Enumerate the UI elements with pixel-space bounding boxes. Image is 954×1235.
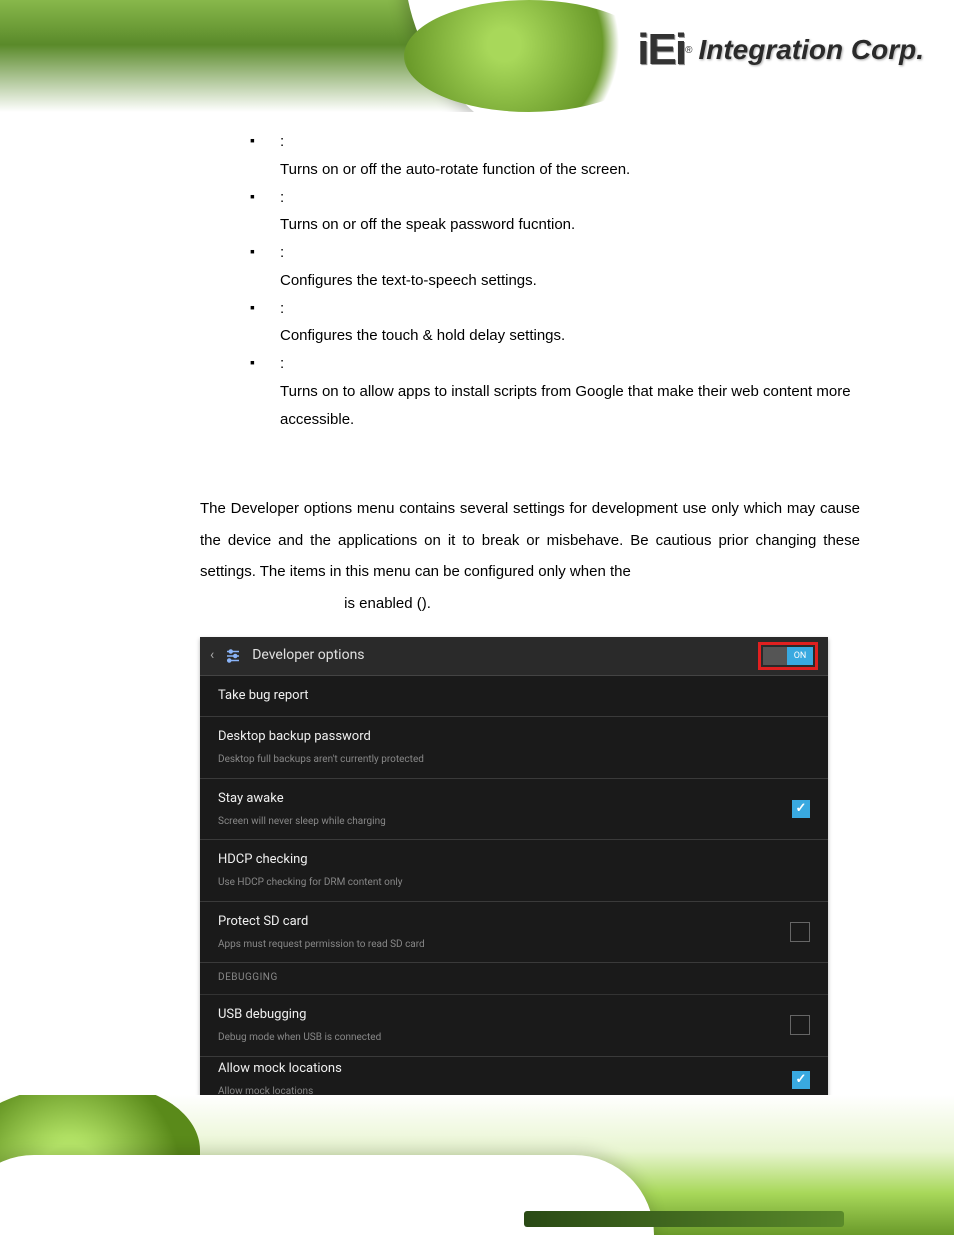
row-title: Take bug report — [218, 684, 309, 708]
bullet-desc: Configures the text-to-speech settings. — [280, 267, 860, 295]
section-label-debugging: DEBUGGING — [200, 963, 828, 995]
bullet-desc: Turns on to allow apps to install script… — [280, 378, 860, 434]
row-subtitle: Desktop full backups aren't currently pr… — [218, 751, 424, 770]
toggle-on-label: ON — [787, 647, 813, 665]
brand-logo: iEi® Integration Corp. — [637, 25, 924, 75]
accessibility-bullet-list: Turns on or off the auto-rotate function… — [200, 128, 860, 433]
bullet-desc: Configures the touch & hold delay settin… — [280, 322, 860, 350]
intro-text-a: The Developer options menu contains seve… — [200, 500, 860, 580]
row-title: USB debugging — [218, 1003, 381, 1027]
screenshot-title: Developer options — [252, 643, 364, 669]
dev-options-toggle-highlight: ON — [758, 642, 818, 670]
row-take-bug-report[interactable]: Take bug report — [200, 676, 828, 717]
bullet-title — [280, 189, 284, 206]
bullet-desc: Turns on or off the speak password fucnt… — [280, 211, 860, 239]
list-item: Configures the touch & hold delay settin… — [200, 295, 860, 351]
top-banner: iEi® Integration Corp. — [0, 0, 954, 112]
screenshot-header: ‹ Developer options ON — [200, 637, 828, 676]
list-item: Turns on or off the auto-rotate function… — [200, 128, 860, 184]
bullet-title — [280, 355, 284, 372]
row-stay-awake[interactable]: Stay awake Screen will never sleep while… — [200, 779, 828, 841]
bottom-strip — [524, 1211, 844, 1227]
row-title: Protect SD card — [218, 910, 425, 934]
bullet-title — [280, 300, 284, 317]
bullet-desc: Turns on or off the auto-rotate function… — [280, 156, 860, 184]
bullet-title — [280, 133, 284, 150]
checkbox-unchecked-icon[interactable] — [790, 1015, 810, 1035]
sliders-icon — [224, 647, 242, 665]
bullet-title — [280, 244, 284, 261]
row-protect-sd-card[interactable]: Protect SD card Apps must request permis… — [200, 902, 828, 964]
row-subtitle: Debug mode when USB is connected — [218, 1029, 381, 1048]
row-title: Desktop backup password — [218, 725, 424, 749]
row-allow-mock-locations[interactable]: Allow mock locations Allow mock location… — [200, 1057, 828, 1097]
row-title: Stay awake — [218, 787, 386, 811]
logo-main: iEi — [637, 25, 685, 75]
row-subtitle: Apps must request permission to read SD … — [218, 936, 425, 955]
checkbox-checked-icon[interactable] — [792, 1071, 810, 1089]
list-item: Configures the text-to-speech settings. — [200, 239, 860, 295]
row-title: Allow mock locations — [218, 1057, 342, 1081]
row-desktop-backup-password[interactable]: Desktop backup password Desktop full bac… — [200, 717, 828, 779]
row-subtitle: Use HDCP checking for DRM content only — [218, 874, 403, 893]
list-item: Turns on or off the speak password fucnt… — [200, 184, 860, 240]
row-usb-debugging[interactable]: USB debugging Debug mode when USB is con… — [200, 995, 828, 1057]
intro-text-c: ). — [422, 595, 431, 612]
bottom-banner — [0, 1095, 954, 1235]
list-item: Turns on to allow apps to install script… — [200, 350, 860, 433]
page-content: Turns on or off the auto-rotate function… — [200, 128, 860, 1097]
row-title: HDCP checking — [218, 848, 403, 872]
developer-options-intro: The Developer options menu contains seve… — [200, 493, 860, 619]
checkbox-unchecked-icon[interactable] — [790, 922, 810, 942]
developer-options-screenshot: ‹ Developer options ON Take bug report D… — [200, 637, 828, 1096]
intro-text-b: is enabled ( — [340, 595, 422, 612]
logo-tm: ® — [685, 45, 692, 56]
row-hdcp-checking[interactable]: HDCP checking Use HDCP checking for DRM … — [200, 840, 828, 902]
row-subtitle: Screen will never sleep while charging — [218, 813, 386, 832]
dev-options-toggle[interactable]: ON — [763, 647, 813, 665]
logo-subtitle: Integration Corp. — [698, 34, 924, 66]
back-icon[interactable]: ‹ — [210, 643, 214, 669]
checkbox-checked-icon[interactable] — [792, 800, 810, 818]
